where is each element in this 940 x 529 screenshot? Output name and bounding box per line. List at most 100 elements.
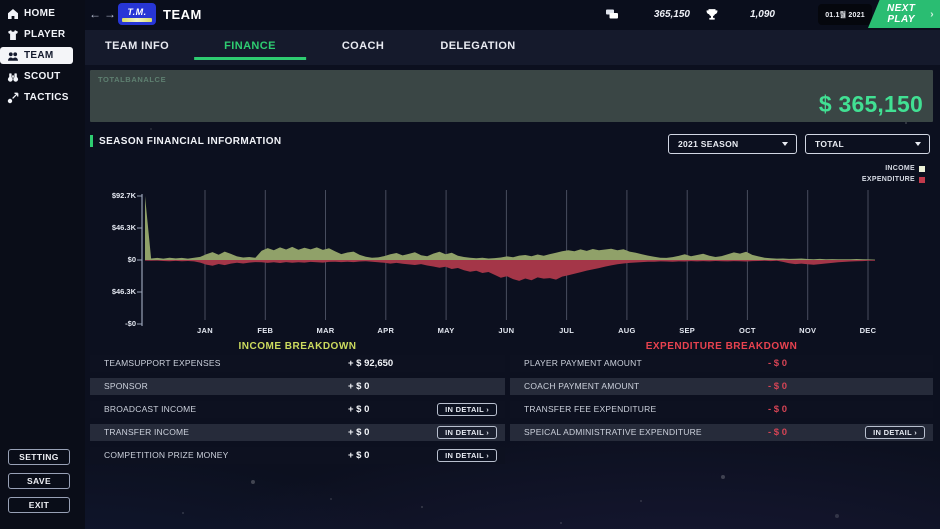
row-label: TRANSFER INCOME <box>104 424 189 441</box>
sidebar-item-tactics[interactable]: TACTICS <box>0 89 73 106</box>
page-title: TEAM <box>163 0 202 30</box>
tab-delegation[interactable]: DELEGATION <box>440 40 515 52</box>
table-row: TEAMSUPPORT EXPENSES + $ 92,650 IN DETAI… <box>90 355 505 372</box>
app-logo: T.M. <box>118 3 156 25</box>
tab-coach[interactable]: COACH <box>342 40 384 52</box>
section-header: SEASON FINANCIAL INFORMATION <box>90 135 282 147</box>
row-value: - $ 0 <box>768 378 787 395</box>
month-label: NOV <box>788 326 828 335</box>
row-value: + $ 92,650 <box>348 355 393 372</box>
row-label: TRANSFER FEE EXPENDITURE <box>524 401 656 418</box>
chevron-down-icon <box>915 142 921 146</box>
total-balance-panel: TOTALBANALCE $ 365,150 <box>90 70 933 122</box>
month-label: DEC <box>848 326 888 335</box>
sidebar-item-label: TACTICS <box>24 92 69 103</box>
month-label: MAR <box>306 326 346 335</box>
month-label: SEP <box>667 326 707 335</box>
month-label: APR <box>366 326 406 335</box>
next-play-button[interactable]: NEXT PLAY › <box>868 0 940 28</box>
tactics-icon <box>7 92 19 104</box>
money-icon <box>605 8 619 21</box>
home-icon <box>7 8 19 20</box>
sidebar-footer: SETTING SAVE EXIT <box>0 449 85 521</box>
sidebar: HOME PLAYER TEAM SCOUT TACTICS SETTING S… <box>0 0 85 529</box>
season-select-value: 2021 SEASON <box>678 139 782 149</box>
funds-value: 365,150 <box>623 9 690 20</box>
forward-arrow-icon[interactable]: → <box>104 6 116 22</box>
table-row: BROADCAST INCOME + $ 0 IN DETAIL › <box>90 401 505 418</box>
row-label: PLAYER PAYMENT AMOUNT <box>524 355 642 372</box>
back-arrow-icon[interactable]: ← <box>89 6 101 22</box>
total-balance-value: $ 365,150 <box>819 91 923 118</box>
month-label: AUG <box>607 326 647 335</box>
date-badge: 01.1월 2021 <box>818 4 872 25</box>
section-accent-bar <box>90 135 93 147</box>
tab-bar: TEAM INFO FINANCE COACH DELEGATION <box>85 30 940 65</box>
app-window: HOME PLAYER TEAM SCOUT TACTICS SETTING S… <box>0 0 940 529</box>
tab-finance[interactable]: FINANCE <box>224 40 276 52</box>
row-label: TEAMSUPPORT EXPENSES <box>104 355 221 372</box>
row-value: - $ 0 <box>768 424 787 441</box>
month-label: FEB <box>245 326 285 335</box>
sidebar-item-label: TEAM <box>24 50 54 61</box>
month-label: JAN <box>185 326 225 335</box>
exit-button[interactable]: EXIT <box>8 497 70 513</box>
scout-icon <box>7 71 19 83</box>
top-bar: ← → T.M. TEAM 365,150 1,090 01.1월 2021 N… <box>85 0 940 30</box>
sidebar-item-label: PLAYER <box>24 29 65 40</box>
row-label: COACH PAYMENT AMOUNT <box>524 378 639 395</box>
row-value: + $ 0 <box>348 447 369 464</box>
sidebar-item-player[interactable]: PLAYER <box>0 26 73 43</box>
row-value: + $ 0 <box>348 424 369 441</box>
income-expenditure-area-chart <box>90 156 935 348</box>
row-label: SPEICAL ADMINISTRATIVE EXPENDITURE <box>524 424 702 441</box>
in-detail-button[interactable]: IN DETAIL › <box>437 426 497 439</box>
in-detail-button[interactable]: IN DETAIL › <box>437 403 497 416</box>
season-select[interactable]: 2021 SEASON <box>668 134 797 154</box>
sidebar-item-label: SCOUT <box>24 71 61 82</box>
table-row: COACH PAYMENT AMOUNT - $ 0 IN DETAIL › <box>510 378 933 395</box>
row-label: SPONSOR <box>104 378 148 395</box>
chevron-down-icon <box>782 142 788 146</box>
chevron-right-icon: › <box>930 9 934 20</box>
scope-select-value: TOTAL <box>815 139 915 149</box>
table-row: TRANSFER FEE EXPENDITURE - $ 0 IN DETAIL… <box>510 401 933 418</box>
row-label: BROADCAST INCOME <box>104 401 196 418</box>
income-breakdown-title: INCOME BREAKDOWN <box>90 341 505 352</box>
row-value: - $ 0 <box>768 355 787 372</box>
table-row: TRANSFER INCOME + $ 0 IN DETAIL › <box>90 424 505 441</box>
sidebar-item-team[interactable]: TEAM <box>0 47 73 64</box>
table-row: PLAYER PAYMENT AMOUNT - $ 0 IN DETAIL › <box>510 355 933 372</box>
row-value: - $ 0 <box>768 401 787 418</box>
section-title: SEASON FINANCIAL INFORMATION <box>99 136 282 147</box>
finance-chart: INCOME EXPENDITURE $92.7K $46.3K $0 $46.… <box>90 156 935 348</box>
save-button[interactable]: SAVE <box>8 473 70 489</box>
sidebar-item-home[interactable]: HOME <box>0 5 73 22</box>
month-label: JUL <box>547 326 587 335</box>
tab-team-info[interactable]: TEAM INFO <box>105 40 169 52</box>
in-detail-button[interactable]: IN DETAIL › <box>437 449 497 462</box>
player-icon <box>7 29 19 41</box>
app-logo-banner <box>122 18 152 22</box>
month-label: MAY <box>426 326 466 335</box>
app-logo-text: T.M. <box>127 7 146 17</box>
row-value: + $ 0 <box>348 401 369 418</box>
month-label: JUN <box>486 326 526 335</box>
next-play-label: NEXT PLAY <box>876 3 926 25</box>
total-balance-label: TOTALBANALCE <box>98 75 166 84</box>
month-label: OCT <box>727 326 767 335</box>
trophies-value: 1,090 <box>723 9 775 20</box>
team-icon <box>7 50 19 62</box>
trophy-icon <box>705 8 719 21</box>
row-label: COMPETITION PRIZE MONEY <box>104 447 229 464</box>
row-value: + $ 0 <box>348 378 369 395</box>
table-row: COMPETITION PRIZE MONEY + $ 0 IN DETAIL … <box>90 447 505 464</box>
scope-select[interactable]: TOTAL <box>805 134 930 154</box>
setting-button[interactable]: SETTING <box>8 449 70 465</box>
in-detail-button[interactable]: IN DETAIL › <box>865 426 925 439</box>
sidebar-item-scout[interactable]: SCOUT <box>0 68 73 85</box>
table-row: SPONSOR + $ 0 IN DETAIL › <box>90 378 505 395</box>
sidebar-item-label: HOME <box>24 8 55 19</box>
expenditure-breakdown-title: EXPENDITURE BREAKDOWN <box>510 341 933 352</box>
table-row: SPEICAL ADMINISTRATIVE EXPENDITURE - $ 0… <box>510 424 933 441</box>
